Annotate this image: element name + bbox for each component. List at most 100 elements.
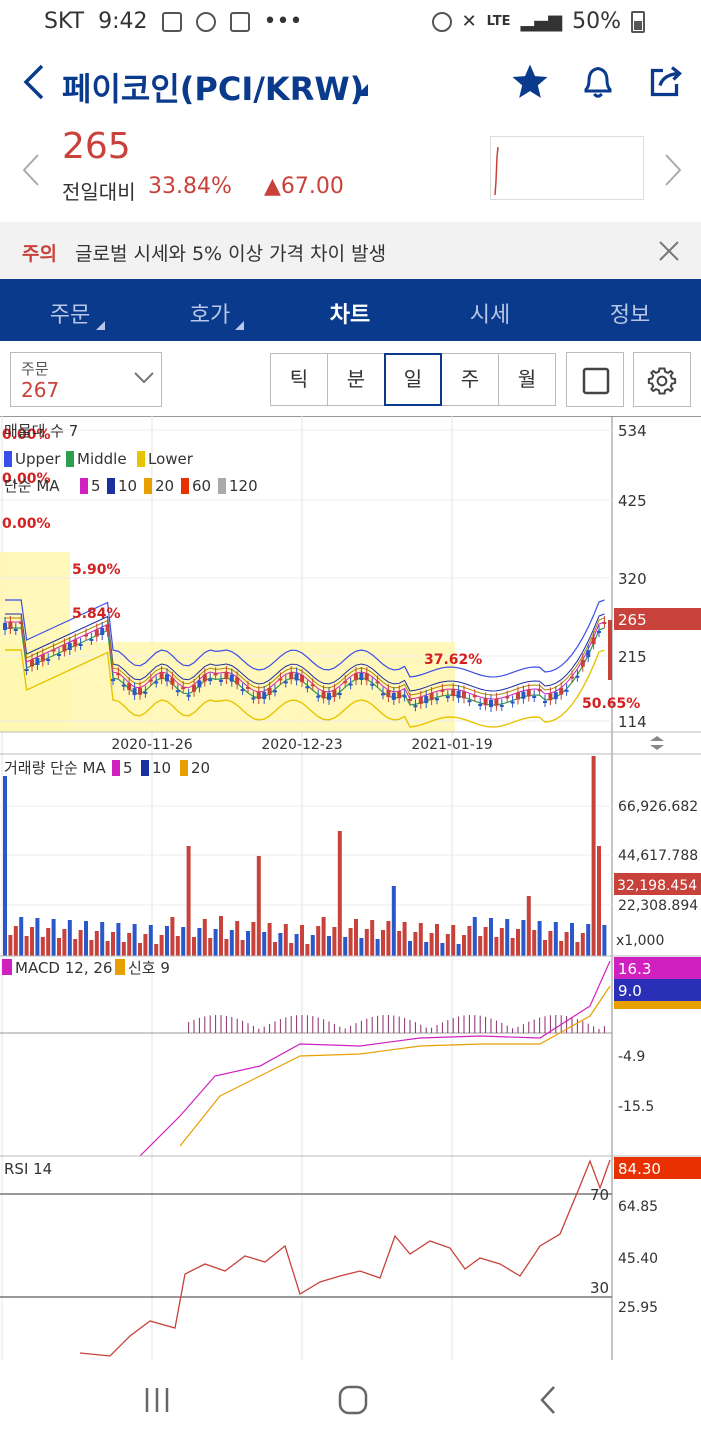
volume-bar — [337, 831, 342, 956]
volume-bar — [229, 930, 234, 956]
notice-tag: 주의 — [22, 243, 57, 265]
resize-handle-icon[interactable] — [650, 736, 664, 750]
prev-coin-icon[interactable] — [20, 152, 42, 188]
star-icon[interactable] — [510, 62, 550, 102]
candle — [165, 674, 169, 682]
volume-bar — [13, 926, 18, 956]
tab-market[interactable]: 시세 — [440, 297, 540, 329]
recent-apps-icon[interactable] — [142, 1386, 172, 1414]
volume-bar — [408, 941, 412, 956]
volume-bar — [451, 925, 456, 956]
period-tick[interactable]: 틱 — [270, 353, 328, 406]
period-month[interactable]: 월 — [498, 353, 556, 406]
volume-bar — [321, 917, 326, 956]
macd-line — [139, 960, 611, 1157]
volume-legend-label: 거래량 단순 MA — [4, 759, 106, 777]
volume-bar — [505, 919, 510, 956]
candle — [192, 684, 196, 692]
band-legend-swatch — [137, 451, 145, 467]
candle — [456, 690, 461, 698]
period-day[interactable]: 일 — [384, 353, 442, 406]
change-percent: 33.84% — [148, 174, 232, 199]
tab-info[interactable]: 정보 — [580, 297, 680, 329]
rsi-current-value: 84.30 — [618, 1160, 661, 1178]
volume-bar — [116, 923, 121, 956]
back-icon[interactable] — [536, 1384, 560, 1416]
candle — [35, 658, 40, 665]
candle — [397, 691, 402, 699]
volume-bar — [440, 943, 445, 956]
rsi-line — [79, 1159, 611, 1357]
volume-profile-label: 5.90% — [72, 562, 121, 578]
candle — [40, 654, 45, 662]
volume-y-tick: 22,308.894 — [618, 898, 698, 914]
macd-y-tick: -4.9 — [618, 1049, 645, 1065]
candle — [440, 689, 445, 692]
tab-chart[interactable]: 차트 — [300, 297, 400, 329]
chevron-left-icon[interactable] — [18, 62, 48, 102]
candle — [602, 622, 607, 624]
volume-bar — [121, 942, 126, 956]
title-dropdown-icon[interactable] — [354, 82, 370, 98]
volume-bar — [553, 922, 558, 956]
page-title[interactable]: 페이코인(PCI/KRW) — [62, 64, 364, 110]
rsi-level-low: 30 — [590, 1279, 609, 1297]
order-select-value: 267 — [21, 378, 60, 402]
tab-orderbook[interactable]: 호가 — [160, 297, 260, 329]
candle — [235, 677, 240, 685]
period-week[interactable]: 주 — [441, 353, 499, 406]
next-coin-icon[interactable] — [662, 152, 684, 188]
volume-bar — [364, 929, 369, 956]
volume-bar — [19, 917, 24, 956]
volume-bar — [597, 846, 601, 956]
candle — [246, 686, 250, 689]
ma-legend-swatch — [80, 478, 88, 494]
candle — [526, 689, 531, 697]
tab-order[interactable]: 주문 — [20, 297, 120, 329]
candle — [121, 684, 126, 687]
ma-legend-swatch — [144, 478, 152, 494]
signal-current-value: 9.0 — [618, 982, 642, 1000]
volume-bar — [424, 942, 429, 956]
settings-button[interactable] — [633, 352, 691, 407]
volume-unit: x1,000 — [616, 933, 664, 949]
bell-icon[interactable] — [580, 62, 616, 102]
volume-ma-swatch — [141, 760, 149, 776]
volume-profile-label: 50.65% — [582, 696, 640, 712]
fullscreen-button[interactable] — [566, 352, 624, 407]
volume-bar — [262, 932, 267, 956]
volume-bar — [543, 940, 547, 956]
volume-bar — [602, 925, 607, 956]
volume-bar — [8, 935, 13, 956]
candle — [19, 622, 24, 624]
candle — [213, 673, 218, 676]
volume-bar — [564, 932, 569, 956]
volume-bar — [348, 928, 353, 956]
volume-ma-period: 20 — [191, 759, 210, 777]
home-icon[interactable] — [337, 1384, 369, 1416]
candle — [370, 683, 375, 686]
candle — [391, 692, 396, 700]
price-y-tick: 215 — [618, 648, 647, 666]
price-y-tick: 425 — [618, 492, 647, 510]
order-select[interactable]: 주문 267 — [10, 352, 162, 407]
candle — [67, 643, 72, 650]
candle — [289, 672, 294, 680]
close-icon[interactable] — [658, 240, 680, 262]
rsi-legend-label: RSI 14 — [4, 1160, 52, 1178]
candle — [273, 690, 277, 693]
candle — [105, 624, 110, 632]
volume-bar — [132, 924, 137, 956]
candlestick-chart[interactable]: 0.00%0.00%0.00%5.90%5.84%37.62%50.65% 매물… — [0, 416, 701, 1360]
candle — [537, 689, 542, 692]
chevron-down-icon — [134, 372, 154, 384]
volume-bar — [170, 917, 175, 956]
volume-bar — [537, 921, 542, 956]
volume-bar — [35, 918, 40, 956]
period-minute[interactable]: 분 — [327, 353, 385, 406]
share-icon[interactable] — [648, 62, 684, 100]
candle — [499, 704, 504, 707]
volume-bar — [3, 776, 7, 956]
candle — [300, 675, 304, 683]
volume-bar — [478, 936, 483, 956]
